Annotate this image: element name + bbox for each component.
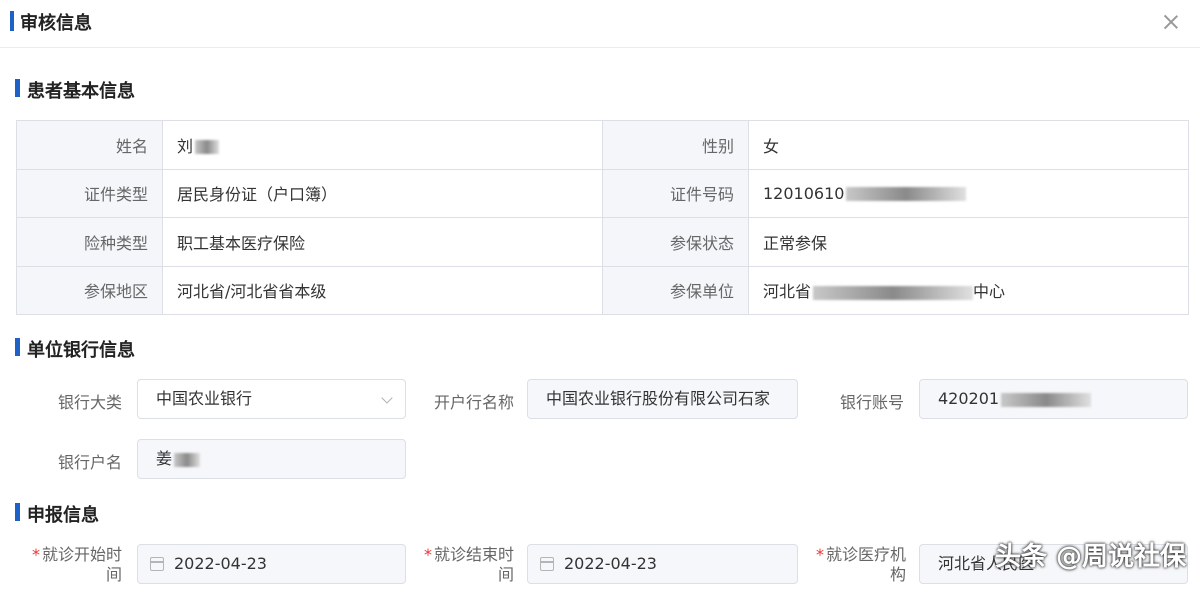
table-row: 参保地区 河北省/河北省省本级 参保单位 河北省 中心 [16,265,1189,315]
required-asterisk: * [423,545,432,564]
watermark-text: 头条 @周说社保 [994,542,1186,572]
region-value: 河北省/河北省省本级 [162,265,603,315]
redaction-mask [1001,392,1092,407]
bank-category-label: 银行大类 [57,393,122,412]
insurance-status-label: 参保状态 [602,217,749,267]
table-row: 险种类型 职工基本医疗保险 参保状态 正常参保 [16,217,1189,267]
title-accent-bar [10,11,14,31]
section-title-patient: 患者基本信息 [27,81,135,102]
chevron-down-icon [381,392,393,404]
calendar-icon [540,557,554,571]
id-no-value: 12010610 [748,168,1189,218]
section-title-bank: 单位银行信息 [27,340,135,361]
bank-account-input[interactable]: 420201 [919,379,1188,419]
table-row: 姓名 刘 性别 女 [16,120,1189,170]
bank-holder-value: 姜 [156,449,173,468]
name-label: 姓名 [16,120,163,170]
insurance-type-value: 职工基本医疗保险 [162,217,603,267]
visit-end-value: 2022-04-23 [564,554,657,573]
bank-holder-input[interactable]: 姜 [137,439,406,479]
unit-value: 河北省 中心 [748,265,1189,315]
bank-branch-label: 开户行名称 [433,393,514,412]
id-type-value: 居民身份证（户口簿） [162,168,603,218]
id-no-label: 证件号码 [602,168,749,218]
insurance-type-label: 险种类型 [16,217,163,267]
required-asterisk: * [31,545,40,564]
visit-start-value: 2022-04-23 [174,554,267,573]
calendar-icon [150,557,164,571]
bank-branch-input[interactable]: 中国农业银行股份有限公司石家 [527,379,798,419]
redaction-mask [846,187,967,202]
insurance-status-value: 正常参保 [748,217,1189,267]
section-title-declare: 申报信息 [27,505,99,526]
patient-info-table: 姓名 刘 性别 女 证件类型 居民身份证（户口簿） 证件号码 12010610 … [16,120,1189,315]
name-value: 刘 [162,120,603,170]
table-row: 证件类型 居民身份证（户口簿） 证件号码 12010610 [16,168,1189,218]
institution-label: * 就诊医疗机构 [815,545,906,584]
redaction-mask [174,452,201,467]
gender-value: 女 [748,120,1189,170]
dialog-title: 审核信息 [20,13,92,34]
section-accent-bar [15,338,20,356]
section-accent-bar [15,503,20,521]
gender-label: 性别 [602,120,749,170]
unit-label: 参保单位 [602,265,749,315]
dialog-header: 审核信息 [0,0,1200,48]
visit-end-date-input[interactable]: 2022-04-23 [527,544,798,584]
visit-start-label: * 就诊开始时间 [31,545,122,584]
section-accent-bar [15,79,20,97]
required-asterisk: * [815,545,824,564]
redaction-mask [195,140,220,155]
bank-category-select[interactable]: 中国农业银行 [137,379,406,419]
redaction-mask [813,285,974,300]
visit-end-label: * 就诊结束时间 [423,545,514,584]
id-type-label: 证件类型 [16,168,163,218]
bank-account-value: 420201 [938,389,1000,408]
bank-holder-label: 银行户名 [57,453,122,472]
close-icon[interactable] [1160,11,1182,33]
bank-branch-value: 中国农业银行股份有限公司石家 [546,389,771,408]
bank-category-value: 中国农业银行 [156,389,253,408]
bank-account-label: 银行账号 [839,393,904,412]
visit-start-date-input[interactable]: 2022-04-23 [137,544,406,584]
region-label: 参保地区 [16,265,163,315]
